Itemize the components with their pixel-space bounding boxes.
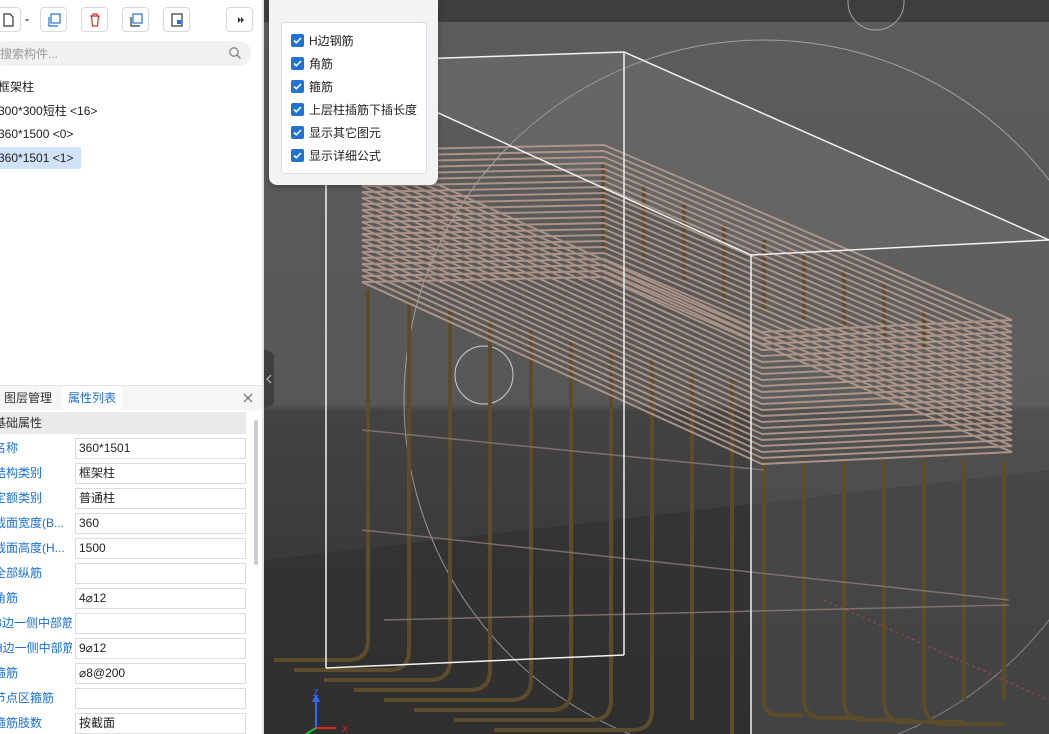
property-value[interactable] xyxy=(75,688,246,709)
property-row: 箍筋 ⌀8@200 xyxy=(0,661,250,686)
property-value[interactable] xyxy=(75,563,246,584)
option-label: 显示详细公式 xyxy=(309,148,382,163)
display-options-list: H边钢筋 角筋 箍筋 上层柱插筋下插长度 显示其它图元 显示详细公式 xyxy=(281,22,427,174)
property-row: 全部纵筋 xyxy=(0,561,250,586)
copy-button[interactable] xyxy=(40,7,67,32)
check-icon xyxy=(293,105,302,113)
property-key: B边一侧中部筋 xyxy=(0,616,72,630)
copy-to-layer-icon xyxy=(129,12,143,27)
tree-item[interactable]: 360*1500 <0> xyxy=(0,123,81,145)
copy-icon xyxy=(47,12,61,27)
property-key: 箍筋 xyxy=(0,666,19,680)
option-label: 上层柱插筋下插长度 xyxy=(309,102,418,117)
property-key: 箍筋肢数 xyxy=(0,716,43,730)
checkbox-checked[interactable] xyxy=(291,148,304,162)
search-icon[interactable] xyxy=(228,46,242,60)
component-panel: 框架柱 300*300短柱 <16> 360*1500 <0> 360*1501… xyxy=(0,0,264,734)
property-key: 全部纵筋 xyxy=(0,566,43,580)
property-key: 结构类别 xyxy=(0,466,43,480)
option-label: 显示其它图元 xyxy=(309,125,382,140)
property-row: 箍筋肢数 按截面 xyxy=(0,711,250,734)
new-dropdown-button[interactable] xyxy=(21,7,33,32)
extract-icon xyxy=(170,12,183,27)
property-value[interactable]: 360*1501 xyxy=(75,438,246,459)
option-stirrup[interactable]: 箍筋 xyxy=(291,77,333,95)
property-key: H边一侧中部筋 xyxy=(0,641,72,655)
collapse-panel-handle[interactable] xyxy=(264,349,274,409)
component-toolbar xyxy=(0,0,262,38)
more-icon xyxy=(237,16,244,23)
property-row: 节点区箍筋 xyxy=(0,686,250,711)
property-value[interactable] xyxy=(75,613,246,634)
tab-property-list[interactable]: 属性列表 xyxy=(62,386,123,411)
property-value[interactable]: 按截面 xyxy=(75,713,246,734)
property-key: 截面宽度(B... xyxy=(0,516,65,530)
option-show-other-elements[interactable]: 显示其它图元 xyxy=(291,123,381,141)
tree-item[interactable]: 300*300短柱 <16> xyxy=(0,100,105,122)
tree-item-selected[interactable]: 360*1501 <1> xyxy=(0,147,82,169)
property-value[interactable]: 9⌀12 xyxy=(75,638,246,659)
axis-gizmo: Z X xyxy=(305,688,348,734)
dropdown-icon xyxy=(24,18,30,21)
svg-text:Z: Z xyxy=(313,688,319,698)
delete-icon xyxy=(89,12,100,27)
property-row: H边一侧中部筋9⌀12 xyxy=(0,636,250,661)
property-key: 定额类别 xyxy=(0,491,43,505)
property-row: 截面高度(H... 1500 xyxy=(0,536,250,561)
display-options-popover: H边钢筋 角筋 箍筋 上层柱插筋下插长度 显示其它图元 显示详细公式 xyxy=(269,0,438,185)
property-row: B边一侧中部筋 xyxy=(0,611,250,636)
property-panel-header: 图层管理 属性列表 xyxy=(0,385,262,411)
property-key: 截面高度(H... xyxy=(0,541,65,555)
checkbox-checked[interactable] xyxy=(291,125,304,139)
search-input[interactable] xyxy=(0,41,222,66)
property-key: 名称 xyxy=(0,441,19,455)
tab-layer-management[interactable]: 图层管理 xyxy=(0,386,58,411)
property-row: 结构类别 框架柱 xyxy=(0,461,250,486)
property-row: 角筋 4⌀12 xyxy=(0,586,250,611)
new-icon xyxy=(2,12,14,27)
copy-to-layer-button[interactable] xyxy=(122,7,149,32)
property-key: 节点区箍筋 xyxy=(0,691,55,705)
property-row: 名称 360*1501 xyxy=(0,436,250,461)
component-search xyxy=(0,41,251,66)
property-scrollbar[interactable] xyxy=(254,420,258,565)
more-button[interactable] xyxy=(226,7,253,32)
property-value[interactable]: 普通柱 xyxy=(75,488,246,509)
property-key: 角筋 xyxy=(0,591,19,605)
property-group-basic[interactable]: 基础属性 xyxy=(0,412,246,434)
option-show-detailed-formula[interactable]: 显示详细公式 xyxy=(291,146,381,164)
check-icon xyxy=(293,36,302,44)
property-value[interactable]: 4⌀12 xyxy=(75,588,246,609)
check-icon xyxy=(293,82,302,90)
checkbox-checked[interactable] xyxy=(291,79,304,93)
property-row: 截面宽度(B... 360 xyxy=(0,511,250,536)
svg-text:X: X xyxy=(342,724,348,734)
property-value[interactable]: 1500 xyxy=(75,538,246,559)
property-row: 定额类别 普通柱 xyxy=(0,486,250,511)
delete-button[interactable] xyxy=(81,7,108,32)
option-label: H边钢筋 xyxy=(309,33,354,48)
check-icon xyxy=(293,128,302,136)
check-icon xyxy=(293,59,302,67)
option-h-edge-rebar[interactable]: H边钢筋 xyxy=(291,31,354,49)
property-value[interactable]: 框架柱 xyxy=(75,463,246,484)
option-label: 箍筋 xyxy=(309,79,334,94)
option-corner-rebar[interactable]: 角筋 xyxy=(291,54,333,72)
property-value[interactable]: 360 xyxy=(75,513,246,534)
close-icon[interactable] xyxy=(240,390,256,406)
option-label: 角筋 xyxy=(309,56,334,71)
checkbox-checked[interactable] xyxy=(291,56,304,70)
tree-item-category[interactable]: 框架柱 xyxy=(0,76,42,98)
checkbox-checked[interactable] xyxy=(291,102,304,116)
extract-button[interactable] xyxy=(163,7,190,32)
new-component-button[interactable] xyxy=(0,7,21,32)
checkbox-checked[interactable] xyxy=(291,33,304,47)
option-dowel-length[interactable]: 上层柱插筋下插长度 xyxy=(291,100,417,118)
check-icon xyxy=(293,151,302,159)
property-value[interactable]: ⌀8@200 xyxy=(75,663,246,684)
